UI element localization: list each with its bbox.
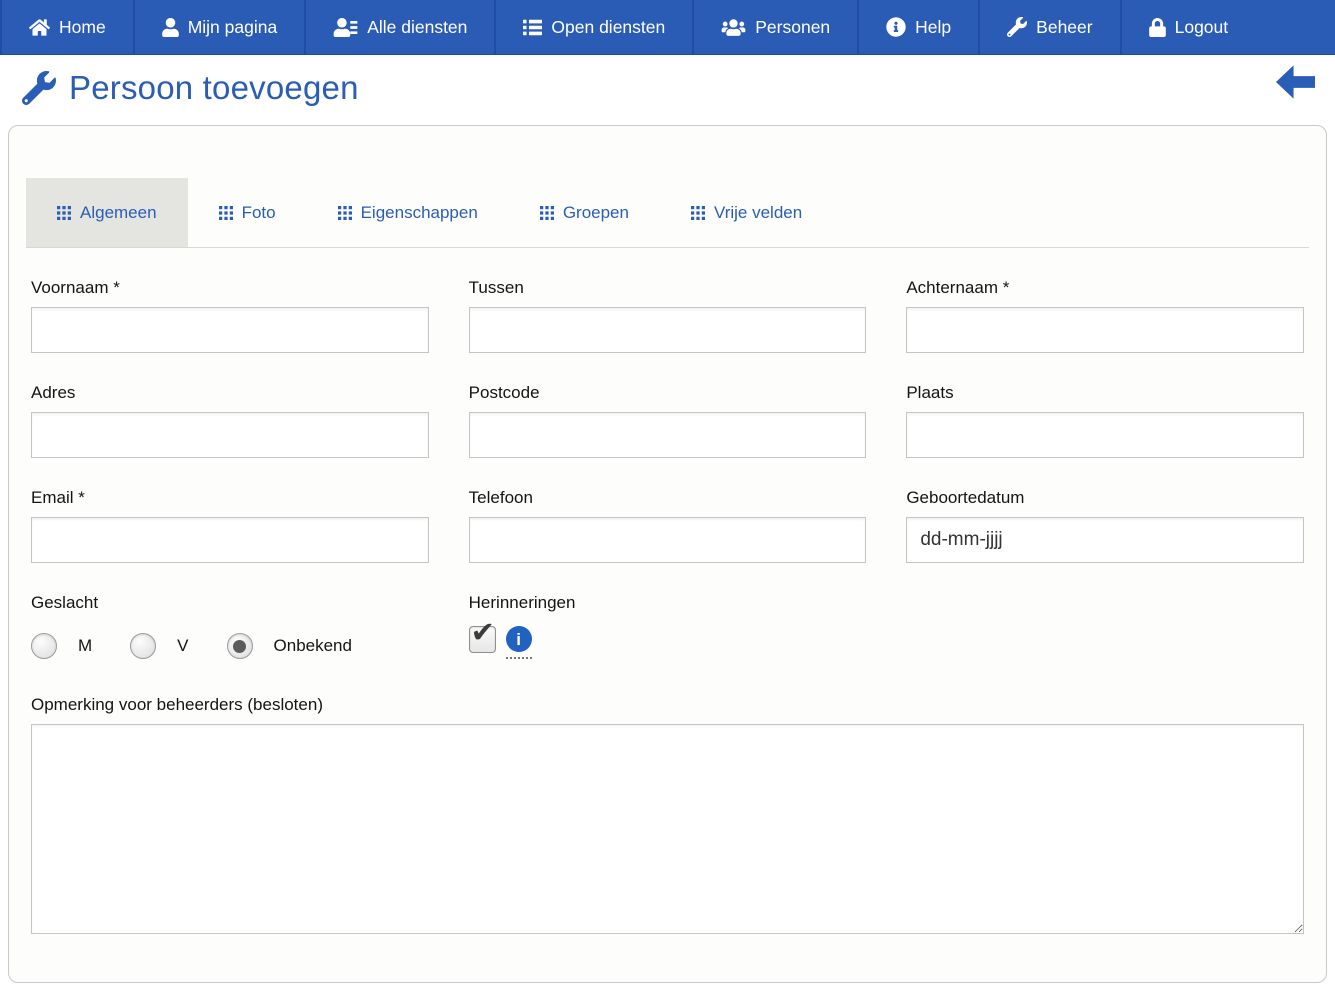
wrench-icon [1007,17,1027,37]
nav-item-help[interactable]: Help [857,0,978,54]
radio-m[interactable] [31,633,57,659]
tab-label: Eigenschappen [361,203,478,223]
opmerking-label: Opmerking voor beheerders (besloten) [31,695,1304,715]
list-icon [523,18,542,37]
nav-item-label: Alle diensten [367,17,467,38]
nav-item-label: Home [59,17,106,38]
user-icon [162,18,179,37]
field-opmerking: Opmerking voor beheerders (besloten) [31,695,1304,934]
tab-label: Foto [242,203,276,223]
lock-icon [1149,18,1166,37]
field-plaats: Plaats [906,383,1304,458]
nav-item-label: Beheer [1036,17,1092,38]
herinneringen-info[interactable]: i [506,626,532,659]
content-panel: Algemeen Foto Eigenschappen Groepen Vrij… [8,125,1327,983]
grid-icon [219,206,233,220]
page-title: Persoon toevoegen [69,69,359,107]
radio-v-label: V [177,636,188,656]
radio-onbekend[interactable] [227,633,253,659]
tussen-input[interactable] [469,307,867,353]
top-navbar: Home Mijn pagina Alle diensten Open dien… [0,0,1335,55]
geslacht-options: M V Onbekend [31,633,429,659]
radio-v[interactable] [130,633,156,659]
field-herinneringen: Herinneringen ✔ i [469,593,867,659]
adres-input[interactable] [31,412,429,458]
field-postcode: Postcode [469,383,867,458]
field-email: Email * [31,488,429,563]
plaats-input[interactable] [906,412,1304,458]
wrench-icon [22,71,56,105]
geslacht-label: Geslacht [31,593,429,613]
radio-onbekend-label: Onbekend [274,636,352,656]
voornaam-input[interactable] [31,307,429,353]
field-empty [906,593,1304,659]
tab-vrije-velden[interactable]: Vrije velden [660,178,833,247]
nav-item-home[interactable]: Home [0,0,133,54]
postcode-input[interactable] [469,412,867,458]
radio-m-label: M [78,636,92,656]
achternaam-label: Achternaam * [906,278,1304,298]
herinneringen-checkbox[interactable]: ✔ [469,626,496,653]
achternaam-input[interactable] [906,307,1304,353]
postcode-label: Postcode [469,383,867,403]
grid-icon [691,206,705,220]
field-tussen: Tussen [469,278,867,353]
nav-item-personen[interactable]: Personen [692,0,857,54]
tab-groepen[interactable]: Groepen [509,178,660,247]
adres-label: Adres [31,383,429,403]
nav-item-open-diensten[interactable]: Open diensten [494,0,692,54]
nav-item-label: Mijn pagina [188,17,278,38]
nav-item-beheer[interactable]: Beheer [978,0,1119,54]
email-label: Email * [31,488,429,508]
telefoon-label: Telefoon [469,488,867,508]
person-form: Voornaam * Tussen Achternaam * Adres Pos… [9,278,1326,934]
nav-item-alle-diensten[interactable]: Alle diensten [304,0,494,54]
telefoon-input[interactable] [469,517,867,563]
grid-icon [57,206,71,220]
user-list-icon [333,18,358,37]
tussen-label: Tussen [469,278,867,298]
field-geboortedatum: Geboortedatum [906,488,1304,563]
field-geslacht: Geslacht M V Onbekend [31,593,429,659]
field-voornaam: Voornaam * [31,278,429,353]
tab-eigenschappen[interactable]: Eigenschappen [307,178,509,247]
field-telefoon: Telefoon [469,488,867,563]
home-icon [29,18,50,37]
radio-option-onbekend[interactable]: Onbekend [227,633,352,659]
radio-option-m[interactable]: M [31,633,92,659]
nav-item-mijn-pagina[interactable]: Mijn pagina [133,0,305,54]
herinneringen-label: Herinneringen [469,593,867,613]
geboortedatum-input[interactable] [906,517,1304,563]
radio-option-v[interactable]: V [130,633,188,659]
users-icon [721,18,746,37]
field-achternaam: Achternaam * [906,278,1304,353]
voornaam-label: Voornaam * [31,278,429,298]
page-header: Persoon toevoegen [0,55,1335,120]
grid-icon [338,206,352,220]
nav-item-label: Open diensten [551,17,665,38]
back-arrow-icon[interactable] [1276,65,1315,99]
tab-label: Vrije velden [714,203,802,223]
nav-item-logout[interactable]: Logout [1120,0,1256,54]
email-input[interactable] [31,517,429,563]
nav-item-label: Logout [1175,17,1229,38]
checkmark-icon: ✔ [471,618,495,647]
nav-item-label: Personen [755,17,830,38]
tab-label: Algemeen [80,203,157,223]
geboortedatum-label: Geboortedatum [906,488,1304,508]
opmerking-textarea[interactable] [31,724,1304,934]
info-icon: i [506,626,532,652]
grid-icon [540,206,554,220]
tab-foto[interactable]: Foto [188,178,307,247]
info-circle-icon [886,17,906,37]
tab-algemeen[interactable]: Algemeen [26,178,188,247]
tab-label: Groepen [563,203,629,223]
nav-item-label: Help [915,17,951,38]
plaats-label: Plaats [906,383,1304,403]
field-adres: Adres [31,383,429,458]
tabstrip: Algemeen Foto Eigenschappen Groepen Vrij… [26,178,1309,248]
